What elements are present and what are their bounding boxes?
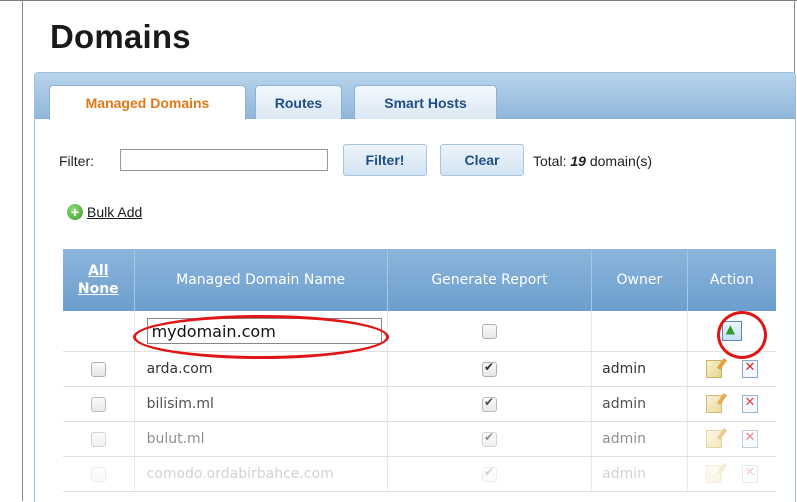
row-owner: admin (591, 351, 688, 387)
new-row-domain-cell (134, 311, 388, 352)
edit-icon[interactable] (705, 395, 722, 413)
row-action-cell: ✕ (687, 456, 776, 492)
table-row: comodo.ordabirbahce.com admin ✕ (63, 456, 776, 492)
new-row-action-cell (687, 311, 776, 352)
row-select-cell (63, 351, 135, 387)
page-title: Domains (50, 18, 191, 55)
row-select-cell (63, 421, 135, 457)
domains-table: All None Managed Domain Name Generate Re… (63, 249, 776, 492)
new-domain-row (63, 311, 776, 352)
column-header-domain-name[interactable]: Managed Domain Name (134, 249, 388, 311)
row-report-cell (387, 456, 593, 492)
total-prefix: Total: (533, 153, 567, 169)
new-row-generate-report-checkbox[interactable] (481, 323, 497, 339)
domains-panel: Managed Domains Routes Smart Hosts Filte… (34, 72, 796, 502)
bulk-add-label[interactable]: Bulk Add (87, 204, 142, 220)
filter-input[interactable] (120, 149, 328, 171)
new-row-select-cell (63, 311, 135, 352)
tab-smart-hosts[interactable]: Smart Hosts (354, 85, 497, 119)
row-action-cell: ✕ (687, 351, 776, 387)
edit-icon[interactable] (705, 465, 722, 483)
row-owner: admin (591, 386, 688, 422)
row-domain-name: comodo.ordabirbahce.com (134, 456, 388, 492)
total-count-text: Total: 19 domain(s) (533, 153, 652, 169)
select-all-link[interactable]: All (63, 262, 134, 280)
table-row: bilisim.ml admin ✕ (63, 386, 776, 422)
row-generate-report-checkbox[interactable] (481, 360, 497, 377)
clear-button[interactable]: Clear (440, 144, 524, 176)
delete-icon[interactable]: ✕ (741, 430, 758, 448)
row-report-cell (387, 386, 593, 422)
column-header-action: Action (687, 249, 776, 311)
table-header-row: All None Managed Domain Name Generate Re… (63, 249, 776, 311)
tab-routes[interactable]: Routes (255, 85, 342, 119)
column-header-generate-report[interactable]: Generate Report (387, 249, 593, 311)
table-row: arda.com admin ✕ (63, 351, 776, 387)
edit-icon[interactable] (705, 430, 722, 448)
filter-label: Filter: (59, 153, 94, 169)
select-none-link[interactable]: None (63, 280, 134, 298)
row-select-cell (63, 386, 135, 422)
row-generate-report-checkbox[interactable] (481, 395, 497, 412)
filter-button[interactable]: Filter! (343, 144, 427, 176)
row-action-cell: ✕ (687, 421, 776, 457)
column-header-owner[interactable]: Owner (591, 249, 688, 311)
window-frame-left (22, 0, 23, 501)
row-select-checkbox[interactable] (90, 361, 106, 377)
total-count: 19 (570, 153, 586, 169)
delete-icon[interactable]: ✕ (741, 360, 758, 378)
new-domain-input[interactable] (146, 318, 382, 344)
total-suffix: domain(s) (589, 153, 653, 169)
row-select-checkbox[interactable] (90, 466, 106, 482)
delete-icon[interactable]: ✕ (741, 465, 758, 483)
row-select-checkbox[interactable] (90, 396, 106, 412)
row-report-cell (387, 351, 593, 387)
row-domain-name: arda.com (134, 351, 388, 387)
row-generate-report-checkbox[interactable] (481, 465, 497, 482)
tab-bar: Managed Domains Routes Smart Hosts (35, 73, 795, 120)
row-select-checkbox[interactable] (90, 431, 106, 447)
edit-icon[interactable] (705, 360, 722, 378)
bulk-add-link[interactable]: + Bulk Add (67, 204, 142, 220)
table-row: bulut.ml admin ✕ (63, 421, 776, 457)
row-owner: admin (591, 456, 688, 492)
plus-circle-icon: + (67, 204, 83, 220)
delete-icon[interactable]: ✕ (741, 395, 758, 413)
window-frame-top (0, 0, 797, 1)
new-row-owner-cell (591, 311, 688, 352)
row-domain-name: bilisim.ml (134, 386, 388, 422)
add-domain-icon[interactable] (721, 321, 742, 341)
new-row-report-cell (387, 311, 593, 352)
row-select-cell (63, 456, 135, 492)
row-report-cell (387, 421, 593, 457)
tab-managed-domains[interactable]: Managed Domains (49, 85, 246, 120)
row-owner: admin (591, 421, 688, 457)
select-all-none-header: All None (63, 249, 135, 311)
row-generate-report-checkbox[interactable] (481, 430, 497, 447)
row-action-cell: ✕ (687, 386, 776, 422)
row-domain-name: bulut.ml (134, 421, 388, 457)
